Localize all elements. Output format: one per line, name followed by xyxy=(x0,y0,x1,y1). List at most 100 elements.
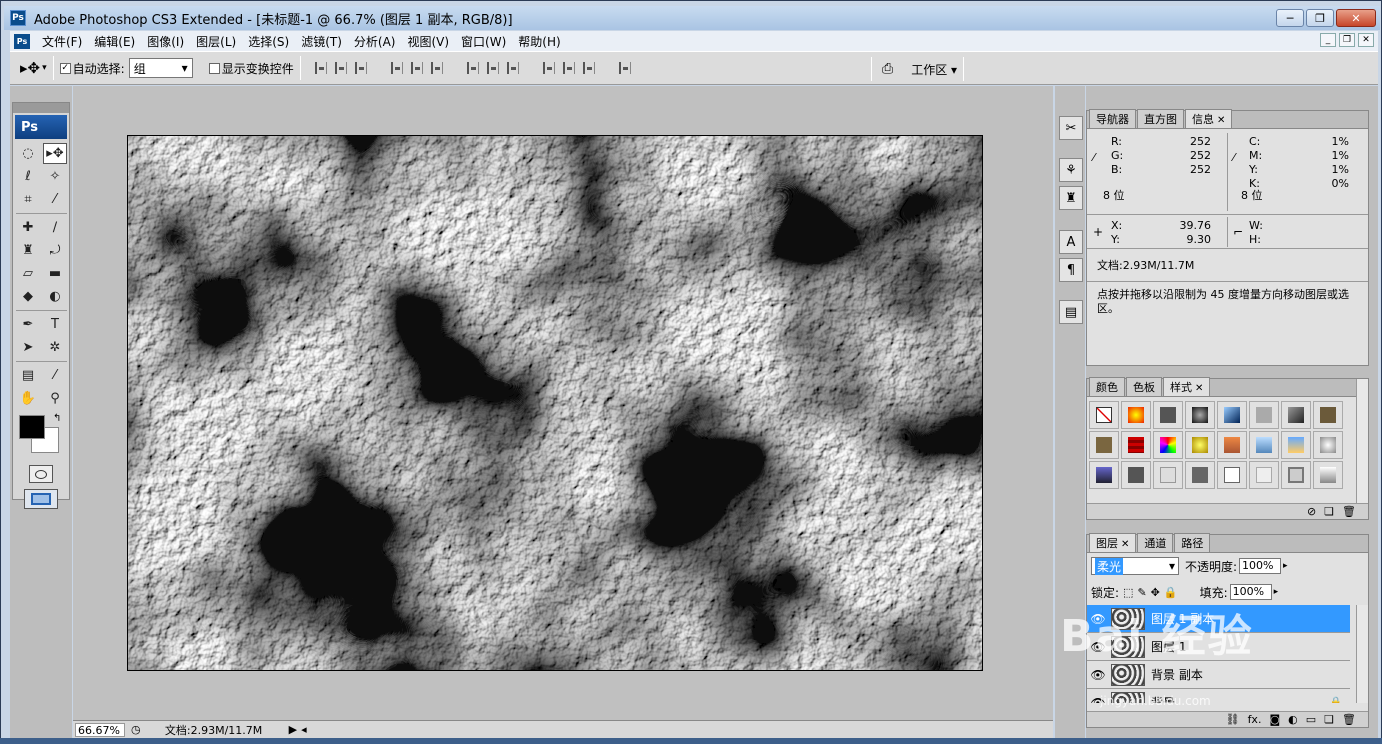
lasso-tool-icon[interactable]: ℓ xyxy=(16,166,40,187)
layer-mask-icon[interactable]: ◙ xyxy=(1269,713,1280,726)
crop-tool-icon[interactable]: ⌗ xyxy=(16,189,40,210)
document-icon[interactable]: Ps xyxy=(14,33,30,49)
style-item[interactable] xyxy=(1281,461,1311,489)
align-bottom-icon[interactable] xyxy=(354,62,367,74)
tab-navigator[interactable]: 导航器 xyxy=(1089,109,1136,128)
tab-swatches[interactable]: 色板 xyxy=(1126,377,1162,396)
menu-edit[interactable]: 编辑(E) xyxy=(88,33,141,50)
tab-histogram[interactable]: 直方图 xyxy=(1137,109,1184,128)
close-icon[interactable]: ✕ xyxy=(1121,539,1129,550)
align-top-icon[interactable] xyxy=(314,62,327,74)
type-tool-icon[interactable]: T xyxy=(43,314,67,335)
distribute-left-icon[interactable] xyxy=(542,62,555,74)
distribute-bottom-icon[interactable] xyxy=(506,62,519,74)
zoom-field[interactable]: 66.67% xyxy=(75,722,125,737)
opacity-slider-icon[interactable]: ▸ xyxy=(1283,561,1288,571)
workspace-button[interactable]: 工作区 ▾ xyxy=(911,61,957,78)
style-item[interactable] xyxy=(1185,401,1215,429)
style-item[interactable] xyxy=(1153,431,1183,459)
eye-icon[interactable]: 👁 xyxy=(1087,668,1109,682)
lock-icons[interactable]: ⬚✎✥🔒 xyxy=(1123,586,1182,599)
close-button[interactable]: ✕ xyxy=(1336,9,1376,27)
style-item[interactable] xyxy=(1217,461,1247,489)
tool-presets-icon[interactable]: ✂ xyxy=(1059,116,1083,140)
fill-field[interactable]: 100% xyxy=(1229,584,1272,600)
menu-filter[interactable]: 滤镜(T) xyxy=(295,33,348,50)
status-icon[interactable]: ◷ xyxy=(131,723,141,736)
eye-icon[interactable]: 👁 xyxy=(1087,640,1109,654)
close-icon[interactable]: ✕ xyxy=(1195,383,1203,394)
minimize-button[interactable]: ─ xyxy=(1276,9,1304,27)
quick-mask-button[interactable] xyxy=(29,465,53,483)
menu-select[interactable]: 选择(S) xyxy=(242,33,295,50)
healing-brush-icon[interactable]: ✚ xyxy=(16,217,40,238)
pen-tool-icon[interactable]: ✒ xyxy=(16,314,40,335)
layers-scrollbar[interactable] xyxy=(1356,605,1368,703)
image-canvas[interactable] xyxy=(127,135,983,671)
distribute-right-icon[interactable] xyxy=(582,62,595,74)
no-style-icon[interactable]: ⊘ xyxy=(1307,505,1316,518)
layer-row[interactable]: 👁 背景 副本 xyxy=(1087,661,1350,689)
screen-mode-button[interactable] xyxy=(24,489,58,509)
style-item[interactable] xyxy=(1153,401,1183,429)
status-menu-arrow-icon[interactable]: ▶ xyxy=(289,723,297,736)
notes-icon[interactable]: ▤ xyxy=(1059,300,1083,324)
doc-minimize-icon[interactable]: _ xyxy=(1320,33,1336,47)
notes-tool-icon[interactable]: ▤ xyxy=(16,365,40,386)
scroll-left-icon[interactable]: ◂ xyxy=(301,723,307,736)
eyedropper-tool-icon[interactable]: ⁄ xyxy=(43,189,67,210)
eyedropper-cmyk-icon[interactable]: ⁄ xyxy=(1233,151,1235,164)
bridge-icon[interactable]: ⎙ xyxy=(882,61,893,77)
tab-info[interactable]: 信息 ✕ xyxy=(1185,109,1233,128)
zoom-tool-icon[interactable]: ⚲ xyxy=(43,388,67,409)
marquee-tool-icon[interactable]: ◌ xyxy=(16,143,40,164)
menu-file[interactable]: 文件(F) xyxy=(36,33,88,50)
menu-window[interactable]: 窗口(W) xyxy=(455,33,512,50)
clone-stamp-icon[interactable]: ♜ xyxy=(16,240,40,261)
new-style-icon[interactable]: ❏ xyxy=(1324,505,1334,518)
style-item[interactable] xyxy=(1185,461,1215,489)
style-none[interactable] xyxy=(1089,401,1119,429)
adjustment-layer-icon[interactable]: ◐ xyxy=(1288,713,1298,726)
style-item[interactable] xyxy=(1121,401,1151,429)
distribute-top-icon[interactable] xyxy=(466,62,479,74)
style-item[interactable] xyxy=(1217,431,1247,459)
blend-mode-dropdown[interactable]: 柔光 ▾ xyxy=(1091,557,1179,575)
eyedropper-icon[interactable]: ⁄ xyxy=(43,365,67,386)
shape-tool-icon[interactable]: ✲ xyxy=(43,337,67,358)
tab-color[interactable]: 颜色 xyxy=(1089,377,1125,396)
eyedropper-icon[interactable]: ⁄ xyxy=(1093,151,1095,164)
style-item[interactable] xyxy=(1185,431,1215,459)
style-item[interactable] xyxy=(1089,431,1119,459)
align-left-icon[interactable] xyxy=(390,62,403,74)
dodge-tool-icon[interactable]: ◐ xyxy=(43,286,67,307)
tab-styles[interactable]: 样式 ✕ xyxy=(1163,377,1211,396)
align-hcenter-icon[interactable] xyxy=(410,62,423,74)
tab-channels[interactable]: 通道 xyxy=(1137,533,1174,552)
menu-analysis[interactable]: 分析(A) xyxy=(348,33,402,50)
layer-effects-icon[interactable]: fx. xyxy=(1248,713,1262,726)
brushes-icon[interactable]: ⚘ xyxy=(1059,158,1083,182)
move-tool-icon[interactable]: ▸✥ xyxy=(20,59,40,77)
style-item[interactable] xyxy=(1249,431,1279,459)
foreground-color[interactable] xyxy=(19,415,45,439)
opacity-field[interactable]: 100% xyxy=(1239,558,1282,574)
menu-help[interactable]: 帮助(H) xyxy=(512,33,566,50)
show-transform-checkbox[interactable] xyxy=(208,62,220,74)
brush-tool-icon[interactable]: ∕ xyxy=(43,217,67,238)
styles-scrollbar[interactable] xyxy=(1356,379,1368,519)
style-item[interactable] xyxy=(1153,461,1183,489)
clone-source-icon[interactable]: ♜ xyxy=(1059,186,1083,210)
style-item[interactable] xyxy=(1121,461,1151,489)
hand-tool-icon[interactable]: ✋ xyxy=(16,388,40,409)
style-item[interactable] xyxy=(1217,401,1247,429)
style-item[interactable] xyxy=(1313,461,1343,489)
auto-select-dropdown[interactable]: 组 ▾ xyxy=(128,58,193,78)
doc-close-icon[interactable]: ✕ xyxy=(1358,33,1374,47)
new-group-icon[interactable]: ▭ xyxy=(1306,713,1316,726)
tool-preset-dropdown-icon[interactable]: ▾ xyxy=(42,63,47,73)
doc-restore-icon[interactable]: ❐ xyxy=(1339,33,1355,47)
tab-paths[interactable]: 路径 xyxy=(1174,533,1211,552)
fill-slider-icon[interactable]: ▸ xyxy=(1274,587,1279,597)
style-item[interactable] xyxy=(1313,401,1343,429)
